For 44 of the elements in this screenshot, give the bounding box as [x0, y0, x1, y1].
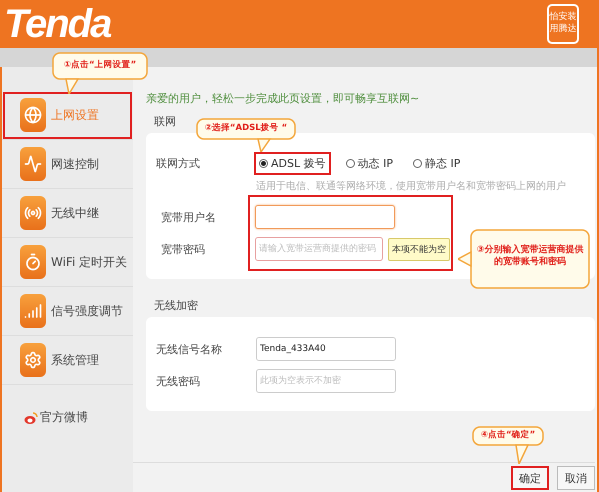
- pulse-icon: [20, 147, 46, 181]
- field-label: 无线信号名称: [156, 342, 223, 356]
- sidebar-label: 系统管理: [51, 352, 99, 368]
- callout-text: ③分别输入宽带运营商提供的宽带账号和密码: [476, 244, 584, 268]
- sidebar-item[interactable]: 信号强度调节: [2, 287, 133, 336]
- callout-bubble: [472, 426, 544, 464]
- sidebar-item[interactable]: 无线中继: [2, 189, 133, 238]
- radio-option[interactable]: ADSL 拨号: [256, 154, 329, 172]
- sidebar-label: 无线中继: [51, 204, 99, 222]
- radio-option[interactable]: 动态 IP: [342, 154, 396, 172]
- timer-icon: [20, 245, 46, 279]
- error-tooltip: 本项不能为空: [388, 238, 450, 260]
- field-label: 联网方式: [156, 156, 201, 170]
- sidebar-label: 上网设置: [51, 106, 99, 124]
- sidebar-item[interactable]: WiFi 定时开关: [2, 238, 133, 287]
- input-field[interactable]: [255, 205, 395, 229]
- logo: Tenda: [4, 2, 110, 46]
- weibo-link[interactable]: 官方微博: [40, 409, 88, 426]
- input-field[interactable]: Tenda_433A40: [256, 337, 396, 361]
- section-title: 联网: [154, 114, 176, 130]
- radio-option[interactable]: 静态 IP: [410, 154, 464, 172]
- sidebar-label: WiFi 定时开关: [51, 254, 128, 270]
- input-field[interactable]: 请输入宽带运营商提供的密码: [255, 237, 383, 261]
- sidebar-item[interactable]: 系统管理: [2, 336, 133, 385]
- signal-icon: [20, 294, 46, 328]
- field-label: 无线密码: [156, 374, 201, 388]
- callout-text: ④点击“确定”: [480, 430, 536, 441]
- intro-text: 亲爱的用户，轻松一步完成此页设置，即可畅享互联网~: [146, 91, 420, 107]
- sidebar-label: 信号强度调节: [51, 302, 123, 320]
- antenna-icon: [20, 196, 46, 230]
- field-label: 宽带密码: [161, 242, 205, 256]
- field-label: 宽带用户名: [161, 210, 216, 224]
- globe-icon: [20, 98, 46, 132]
- settings-icon: [20, 343, 46, 377]
- callout-text: ②选择“ADSL拨号 “: [204, 122, 288, 134]
- weibo-icon: [24, 410, 38, 424]
- input-field[interactable]: 此项为空表示不加密: [256, 369, 396, 393]
- section-title: 无线加密: [154, 298, 198, 314]
- callout-text: ①点击“上网设置”: [62, 60, 138, 71]
- sidebar-item[interactable]: 网速控制: [2, 140, 133, 189]
- confirm-button[interactable]: 确定: [511, 466, 549, 490]
- hint-text: 适用于电信、联通等网络环境，使用宽带用户名和宽带密码上网的用户: [256, 180, 567, 193]
- cancel-button[interactable]: 取消: [557, 466, 595, 490]
- sidebar-label: 网速控制: [51, 156, 99, 172]
